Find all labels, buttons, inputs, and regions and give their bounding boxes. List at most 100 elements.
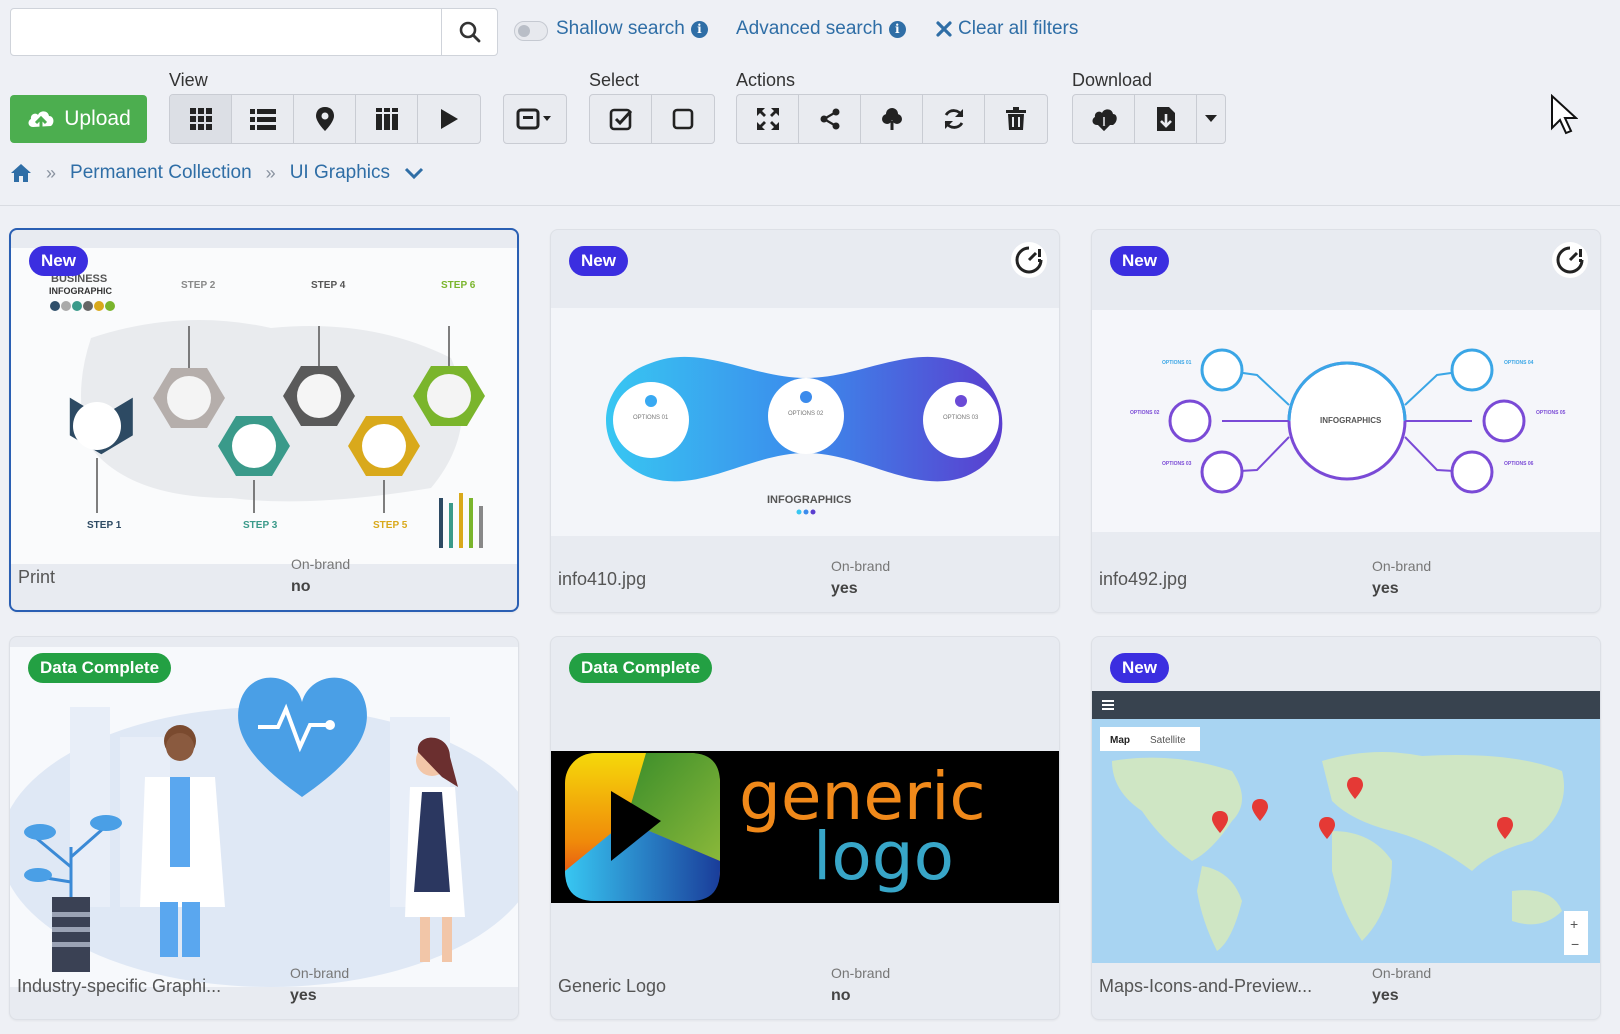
caret-down-icon [1205,115,1217,122]
download-label: Download [1072,70,1153,90]
onbrand-value: no [831,987,851,1004]
status-badge: Data Complete [28,653,172,683]
option-label: OPTIONS 04 [1504,360,1534,366]
column-view-button[interactable] [356,95,418,143]
tree-button[interactable] [861,95,923,143]
logo-word-logo: logo [813,818,954,895]
asset-card[interactable]: New OPTIONS 01 OPTIONS 02 OPTIONS 03 INF… [550,229,1060,613]
list-icon [249,109,276,130]
clear-filters-label: Clear all filters [958,18,1079,39]
info-icon[interactable]: i [690,20,708,38]
shallow-search-link[interactable]: Shallow search i [556,18,708,40]
asset-name: info492.jpg [1099,569,1188,589]
asset-name: Industry-specific Graphi... [17,976,222,996]
infographic-title-text: INFOGRAPHICS [767,494,851,506]
download-dropdown-button[interactable] [1197,95,1225,143]
card-display-button[interactable] [504,95,566,143]
checkbox-checked-icon [609,108,632,131]
infographic-subtitle-text: INFOGRAPHIC [49,286,113,296]
asset-thumbnail[interactable]: BUSINESS INFOGRAPHIC STEP 2 STEP 4 STEP … [11,248,517,564]
asset-name: Generic Logo [558,976,667,996]
asset-card[interactable]: New BUSINESS INFOGRAPHIC STEP 2 STEP 4 S… [9,228,519,612]
asset-card[interactable]: Data Complete Industry-specific Graphi..… [9,636,519,1020]
map-pin-icon [315,107,334,131]
processing-status-icon [1011,242,1047,278]
asset-name: Maps-Icons-and-Preview... [1099,976,1313,996]
slideshow-button[interactable] [418,95,480,143]
business-infographic-image: BUSINESS INFOGRAPHIC STEP 2 STEP 4 STEP … [49,273,485,548]
step-label: STEP 6 [441,280,476,291]
home-icon[interactable] [10,163,32,183]
option-label: OPTIONS 01 [633,415,669,421]
card-display-dropdown[interactable] [503,94,567,144]
cloud-download-icon [1092,109,1117,131]
onbrand-value: yes [831,580,858,597]
upload-label: Upload [64,107,131,130]
delete-button[interactable] [985,95,1047,143]
asset-card[interactable]: New Map Satellite + − Maps-Icons-and-Pre… [1091,636,1601,1020]
cloud-upload-icon [28,111,54,129]
shallow-search-label: Shallow search [556,18,685,39]
svg-text:+: + [1570,916,1578,932]
fullscreen-button[interactable] [737,95,799,143]
expand-icon [756,108,779,130]
status-badge: New [29,246,88,276]
cloud-download-button[interactable] [1073,95,1135,143]
select-all-button[interactable] [590,95,652,143]
upload-button[interactable]: Upload [10,95,147,143]
asset-thumbnail[interactable]: generic logo [551,751,1059,903]
world-map-image: Map Satellite + − [1092,691,1600,955]
asset-thumbnail[interactable]: OPTIONS 01 OPTIONS 02 OPTIONS 03 INFOGRA… [551,308,1059,536]
infographic-image: INFOGRAPHICS OPTIONS 01 OPTIONS 02 OPTIO… [1130,348,1566,494]
shallow-search-toggle[interactable] [514,21,548,41]
columns-icon [375,108,398,130]
info-icon[interactable]: i [888,20,906,38]
select-button-group [589,94,715,144]
play-icon [441,109,458,129]
asset-name: info410.jpg [558,569,647,589]
trash-icon [1006,107,1026,130]
option-label: OPTIONS 02 [1130,410,1160,416]
onbrand-label: On-brand [1372,558,1432,574]
list-view-button[interactable] [232,95,294,143]
clear-filters-link[interactable]: Clear all filters [936,18,1078,40]
breadcrumb-permanent-collection[interactable]: Permanent Collection [70,162,252,184]
actions-button-group [736,94,1048,144]
grid-view-button[interactable] [170,95,232,143]
asset-card[interactable]: New INFOGRAPHICS OPTIONS 01 OPTIONS 02 O… [1091,229,1601,613]
advanced-search-label: Advanced search [736,18,883,39]
view-label: View [169,70,208,90]
file-download-button[interactable] [1135,95,1197,143]
share-icon [820,108,839,130]
asset-thumbnail[interactable] [10,647,518,987]
actions-label: Actions [736,70,796,90]
search-input[interactable] [11,9,441,55]
map-view-button[interactable] [294,95,356,143]
chevron-down-icon[interactable] [404,166,424,180]
infographic-title-text: INFOGRAPHICS [1320,416,1382,425]
refresh-button[interactable] [923,95,985,143]
breadcrumb-ui-graphics[interactable]: UI Graphics [290,162,390,184]
option-label: OPTIONS 03 [943,415,979,421]
map-tab-label: Map [1110,735,1130,746]
advanced-search-link[interactable]: Advanced search i [736,18,906,40]
status-badge: New [569,246,628,276]
asset-thumbnail[interactable]: Map Satellite + − [1092,691,1600,963]
asset-thumbnail[interactable]: INFOGRAPHICS OPTIONS 01 OPTIONS 02 OPTIO… [1092,310,1600,532]
search-bar [10,8,498,56]
tree-icon [881,108,902,130]
onbrand-label: On-brand [291,556,351,572]
option-label: OPTIONS 06 [1504,461,1534,467]
status-badge: New [1110,653,1169,683]
step-label: STEP 2 [181,280,216,291]
grid-icon [189,108,212,130]
select-label: Select [589,70,640,90]
select-none-button[interactable] [652,95,714,143]
breadcrumb: » Permanent Collection » UI Graphics [10,162,424,184]
view-button-group [169,94,481,144]
asset-card[interactable]: Data Complete generic logo Generic Logo … [550,636,1060,1020]
onbrand-label: On-brand [1372,965,1432,981]
onbrand-label: On-brand [831,558,891,574]
search-button[interactable] [441,9,497,55]
share-button[interactable] [799,95,861,143]
